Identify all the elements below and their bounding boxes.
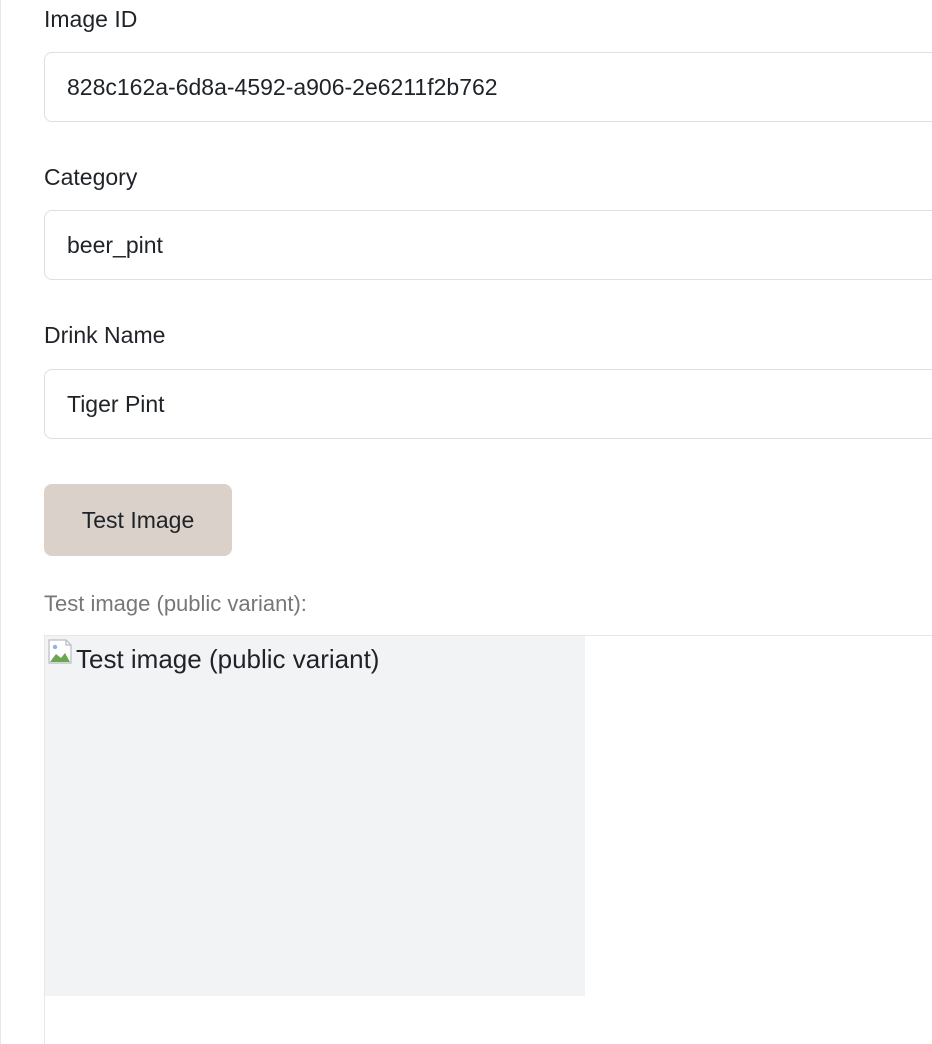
image-preview-area: Test image (public variant) <box>44 635 932 1044</box>
test-image-button[interactable]: Test Image <box>44 484 232 556</box>
drink-name-label: Drink Name <box>44 322 166 348</box>
image-id-label: Image ID <box>44 6 138 32</box>
drink-name-field: Drink Name <box>44 320 932 439</box>
broken-image-icon <box>46 637 76 667</box>
category-label: Category <box>44 164 138 190</box>
image-id-field: Image ID <box>44 4 932 122</box>
page-left-border <box>0 0 1 1044</box>
preview-label: Test image (public variant): <box>44 591 307 616</box>
image-alt-text: Test image (public variant) <box>76 644 380 674</box>
category-field: Category <box>44 162 932 280</box>
category-input[interactable] <box>44 210 932 280</box>
broken-image: Test image (public variant) <box>45 636 585 996</box>
image-id-input[interactable] <box>44 52 932 122</box>
drink-name-input[interactable] <box>44 369 932 439</box>
